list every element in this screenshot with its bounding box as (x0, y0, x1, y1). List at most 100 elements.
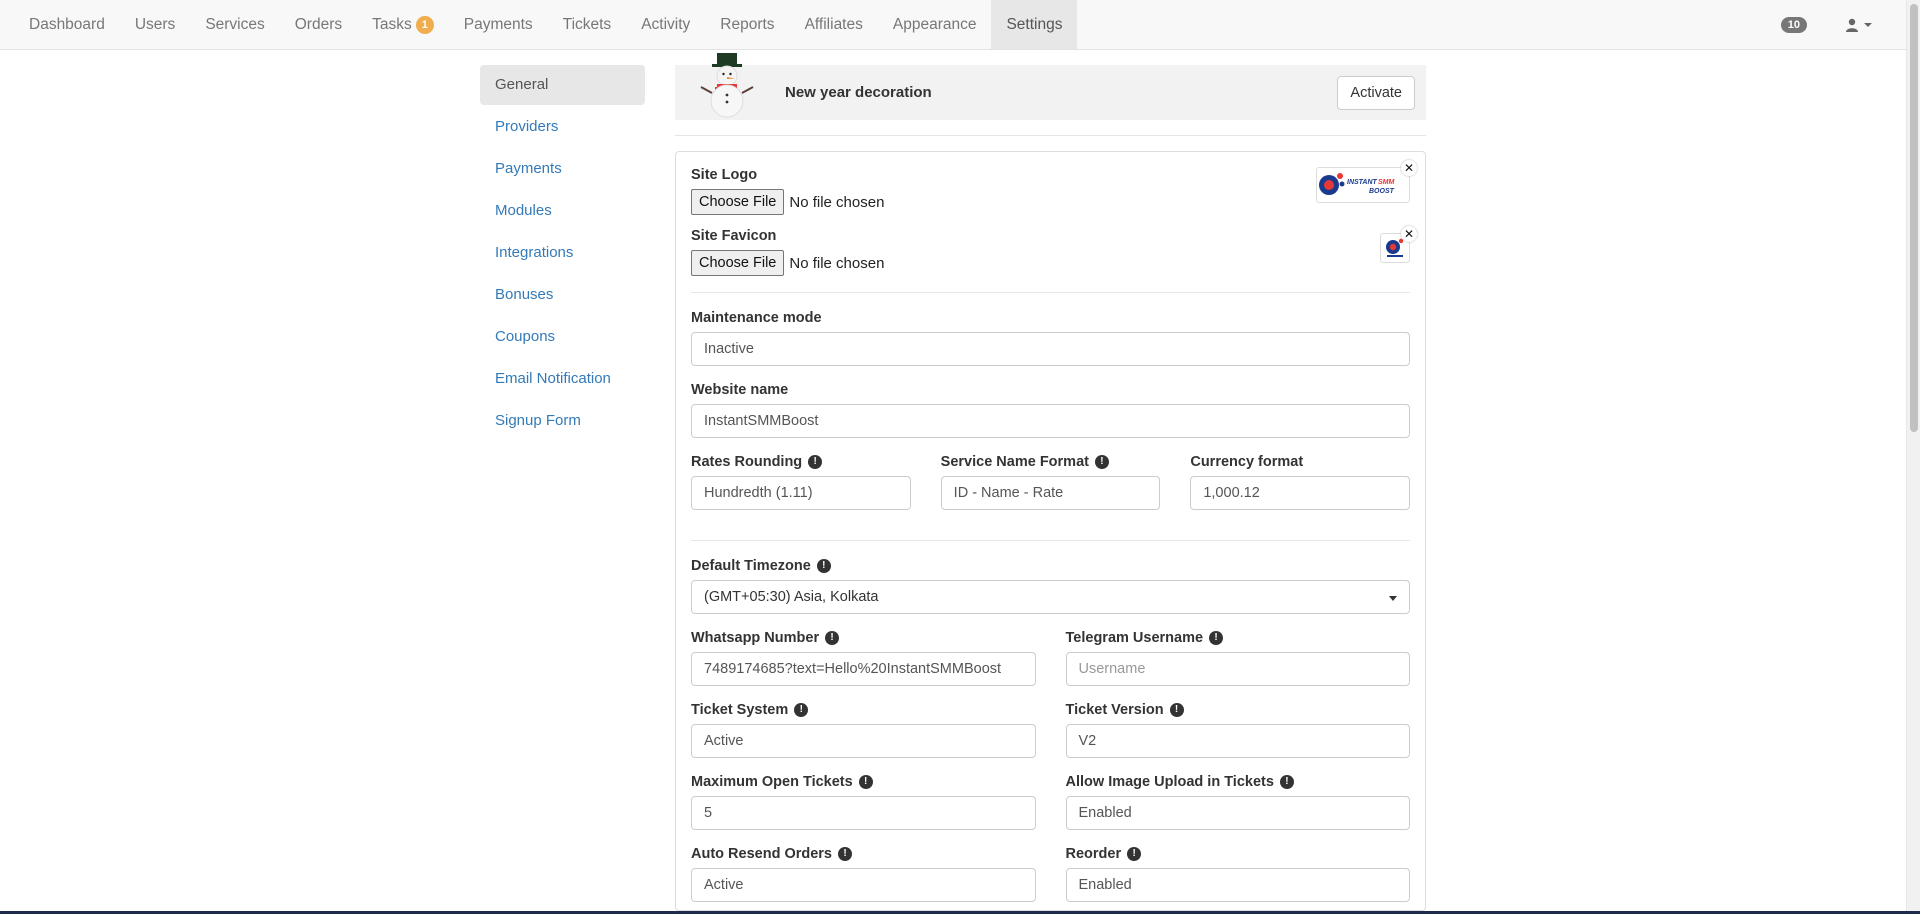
nav-list: Dashboard Users Services Orders Tasks 1 P… (0, 0, 1078, 49)
sidebar-item-bonuses[interactable]: Bonuses (480, 275, 645, 315)
reorder-group: Reorder! Enabled (1065, 846, 1410, 902)
image-upload-group: Allow Image Upload in Tickets! Enabled (1065, 774, 1411, 830)
image-upload-select[interactable]: Enabled (1065, 796, 1410, 830)
image-upload-label: Allow Image Upload in Tickets! (1066, 774, 1411, 790)
site-logo-file-status: No file chosen (789, 193, 885, 211)
nav-payments[interactable]: Payments (449, 0, 548, 49)
service-name-format-label-text: Service Name Format (940, 454, 1089, 470)
whatsapp-label-text: Whatsapp Number (691, 630, 820, 646)
sidebar-item-integrations[interactable]: Integrations (480, 233, 645, 273)
reorder-select[interactable]: Enabled (1065, 868, 1410, 902)
divider (675, 135, 1426, 136)
info-icon[interactable]: ! (1169, 703, 1184, 717)
general-settings-form: Site Logo Choose File No file chosen INS… (675, 151, 1426, 911)
info-icon[interactable]: ! (1127, 847, 1142, 861)
nav-services[interactable]: Services (190, 0, 279, 49)
site-favicon-file-status: No file chosen (789, 254, 885, 272)
scrollbar-thumb[interactable] (1910, 4, 1918, 432)
page-scrollbar[interactable] (1906, 0, 1920, 914)
site-favicon-file-input: Choose File No file chosen (691, 250, 1410, 276)
site-favicon-label: Site Favicon (691, 228, 777, 244)
info-icon[interactable]: ! (808, 455, 823, 469)
nav-appearance[interactable]: Appearance (878, 0, 992, 49)
telegram-label: Telegram Username! (1066, 630, 1411, 646)
nav-label: Orders (294, 15, 343, 33)
nav-dashboard[interactable]: Dashboard (14, 0, 120, 49)
svg-text:INSTANT: INSTANT (1347, 179, 1378, 186)
nav-settings[interactable]: Settings (991, 0, 1078, 49)
info-icon[interactable]: ! (858, 775, 873, 789)
nav-tickets[interactable]: Tickets (548, 0, 627, 49)
tasks-count-badge: 1 (415, 15, 434, 34)
nav-label: Reports (720, 15, 775, 33)
maintenance-mode-select[interactable]: Inactive (691, 332, 1410, 366)
contact-row: Whatsapp Number! 7489174685?text=Hello%2… (691, 630, 1410, 686)
notification-count-badge[interactable]: 10 (1780, 17, 1807, 33)
chevron-down-icon (1864, 23, 1872, 27)
info-icon[interactable]: ! (794, 703, 809, 717)
telegram-label-text: Telegram Username (1065, 630, 1204, 646)
sidebar-item-coupons[interactable]: Coupons (480, 317, 645, 357)
max-open-tickets-label-text: Maximum Open Tickets (691, 774, 853, 790)
maintenance-mode-label: Maintenance mode (691, 310, 822, 326)
divider (691, 540, 1410, 541)
nav-orders[interactable]: Orders (280, 0, 357, 49)
ticket-system-select[interactable]: Active (691, 724, 1036, 758)
nav-tasks[interactable]: Tasks 1 (357, 0, 449, 49)
ticket-system-label: Ticket System! (691, 702, 1036, 718)
decoration-title: New year decoration (785, 84, 932, 101)
sidebar-item-modules[interactable]: Modules (480, 191, 645, 231)
website-name-input[interactable]: InstantSMMBoost (691, 404, 1410, 438)
auto-resend-select[interactable]: Active (691, 868, 1036, 902)
remove-favicon-icon[interactable]: ✕ (1401, 226, 1417, 242)
user-menu-dropdown[interactable] (1845, 18, 1872, 32)
info-icon[interactable]: ! (1209, 631, 1224, 645)
telegram-username-input[interactable]: Username (1065, 652, 1410, 686)
info-icon[interactable]: ! (825, 631, 840, 645)
whatsapp-label: Whatsapp Number! (691, 630, 1036, 646)
nav-label: Activity (641, 15, 691, 33)
max-open-tickets-label: Maximum Open Tickets! (691, 774, 1036, 790)
nav-label: Tasks (372, 15, 412, 33)
auto-resend-group: Auto Resend Orders! Active (691, 846, 1036, 902)
default-timezone-select[interactable]: (GMT+05:30) Asia, Kolkata (691, 580, 1410, 614)
nav-affiliates[interactable]: Affiliates (790, 0, 878, 49)
info-icon[interactable]: ! (838, 847, 852, 861)
user-icon (1846, 18, 1858, 32)
sidebar-item-providers[interactable]: Providers (480, 107, 645, 147)
currency-format-group: Currency format 1,000.12 (1190, 454, 1411, 510)
rates-rounding-label-text: Rates Rounding (691, 454, 803, 470)
service-name-format-select[interactable]: ID - Name - Rate (940, 476, 1161, 510)
nav-label: Affiliates (804, 15, 863, 33)
rates-rounding-select[interactable]: Hundredth (1.11) (691, 476, 911, 510)
ticket-version-select[interactable]: V2 (1065, 724, 1410, 758)
sidebar-item-email-notification[interactable]: Email Notification (480, 359, 645, 399)
info-icon[interactable]: ! (1279, 775, 1294, 789)
max-open-tickets-input[interactable]: 5 (691, 796, 1036, 830)
default-timezone-label: Default Timezone! (691, 558, 1410, 574)
activate-button[interactable]: Activate (1337, 76, 1415, 110)
sidebar-item-general[interactable]: General (480, 65, 645, 105)
auto-resend-label-text: Auto Resend Orders (691, 846, 832, 862)
site-favicon-choose-file-button[interactable]: Choose File (691, 250, 785, 276)
info-icon[interactable]: ! (816, 559, 831, 573)
whatsapp-number-input[interactable]: 7489174685?text=Hello%20InstantSMMBoost (691, 652, 1036, 686)
nav-activity[interactable]: Activity (626, 0, 705, 49)
sidebar-item-signup-form[interactable]: Signup Form (480, 401, 645, 441)
nav-reports[interactable]: Reports (705, 0, 789, 49)
max-open-tickets-group: Maximum Open Tickets! 5 (691, 774, 1036, 830)
currency-format-select[interactable]: 1,000.12 (1190, 476, 1411, 510)
rates-rounding-label: Rates Rounding! (691, 454, 911, 470)
remove-logo-icon[interactable]: ✕ (1401, 160, 1417, 176)
nav-label: Payments (463, 15, 533, 33)
info-icon[interactable]: ! (1094, 455, 1109, 469)
default-timezone-label-text: Default Timezone (691, 558, 811, 574)
site-logo-choose-file-button[interactable]: Choose File (691, 189, 785, 215)
site-favicon-preview: ✕ (1380, 226, 1417, 263)
sidebar-item-payments[interactable]: Payments (480, 149, 645, 189)
top-navbar: Dashboard Users Services Orders Tasks 1 P… (0, 0, 1906, 50)
nav-label: Services (205, 15, 265, 33)
divider (691, 292, 1410, 293)
service-name-format-group: Service Name Format! ID - Name - Rate (940, 454, 1161, 510)
nav-users[interactable]: Users (120, 0, 190, 49)
